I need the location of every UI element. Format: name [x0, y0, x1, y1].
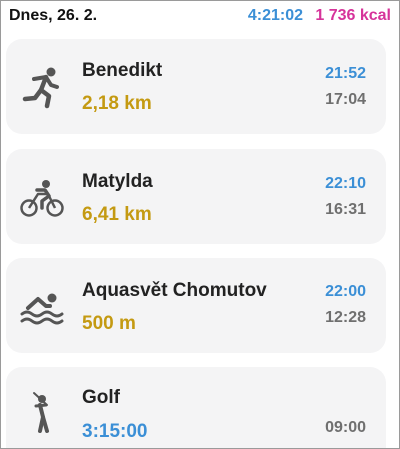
cycling-icon	[20, 177, 64, 221]
activity-card-swimming[interactable]: Aquasvět Chomutov 500 m 22:00 12:28	[6, 258, 386, 353]
activity-name: Golf	[82, 387, 120, 408]
activity-card-golf[interactable]: Golf 3:15:00 09:00	[6, 367, 386, 448]
date-label: Dnes, 26. 2.	[9, 7, 98, 24]
summary-header: Dnes, 26. 2. 4:21:02 1 736 kcal	[1, 1, 399, 31]
swimming-icon	[20, 284, 64, 328]
activity-start-time: 17:04	[325, 91, 366, 108]
activity-start-time: 09:00	[325, 419, 366, 436]
activity-end-time: 22:10	[325, 175, 366, 192]
activity-distance: 2,18 km	[82, 93, 152, 114]
activity-name: Matylda	[82, 171, 153, 192]
screen: Dnes, 26. 2. 4:21:02 1 736 kcal Benedikt…	[0, 0, 400, 449]
activity-distance: 6,41 km	[82, 204, 152, 225]
total-duration: 4:21:02	[247, 7, 303, 24]
activity-duration: 3:15:00	[82, 421, 148, 442]
activity-start-time: 12:28	[325, 309, 366, 326]
activity-name: Aquasvět Chomutov	[82, 280, 267, 301]
activity-end-time: 21:52	[325, 65, 366, 82]
activity-card-running[interactable]: Benedikt 2,18 km 21:52 17:04	[6, 39, 386, 134]
total-calories: 1 736 kcal	[315, 7, 391, 24]
activity-card-cycling[interactable]: Matylda 6,41 km 22:10 16:31	[6, 149, 386, 244]
activity-distance: 500 m	[82, 313, 136, 334]
activity-name: Benedikt	[82, 60, 163, 81]
activity-end-time: 22:00	[325, 283, 366, 300]
running-icon	[20, 65, 64, 109]
activity-start-time: 16:31	[325, 201, 366, 218]
golf-icon	[20, 389, 64, 433]
